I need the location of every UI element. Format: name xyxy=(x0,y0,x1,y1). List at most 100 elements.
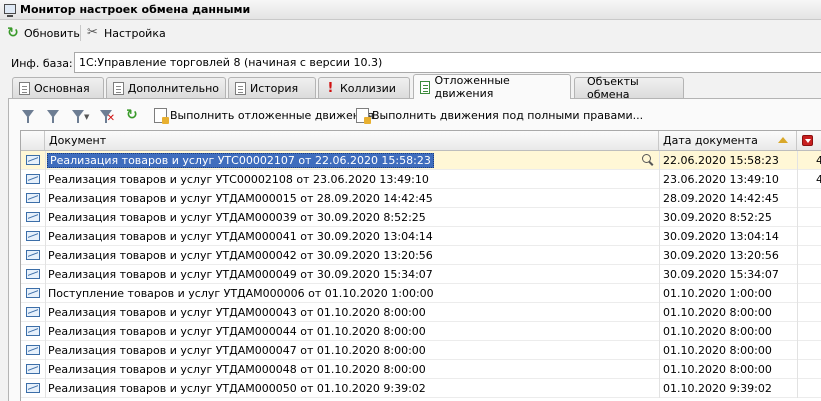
document-cell[interactable]: Реализация товаров и услуг УТДАМ000047 о… xyxy=(48,344,426,357)
tab-additional[interactable]: Дополнительно xyxy=(106,77,226,98)
column-divider xyxy=(45,189,46,208)
table-row[interactable]: Реализация товаров и услуг УТДАМ000050 о… xyxy=(21,379,821,398)
document-cell[interactable]: Реализация товаров и услуг УТС00002108 о… xyxy=(48,173,429,186)
date-cell: 28.09.2020 14:42:45 xyxy=(663,192,779,205)
tab-exchange-objects[interactable]: Объекты обмена xyxy=(574,75,684,101)
settings-button[interactable]: ✂ Настройка xyxy=(84,24,169,42)
column-divider xyxy=(797,322,798,341)
document-cell[interactable]: Поступление товаров и услуг УТДАМ000006 … xyxy=(48,287,434,300)
date-cell: 01.10.2020 8:00:00 xyxy=(663,344,772,357)
column-divider xyxy=(797,208,798,227)
monitor-icon xyxy=(4,4,16,17)
table-header: Документ Дата документа xyxy=(21,131,821,151)
document-cell[interactable]: Реализация товаров и услуг УТДАМ000050 о… xyxy=(48,382,426,395)
filter-history-icon[interactable]: ▼ xyxy=(70,107,89,123)
open-search-icon[interactable] xyxy=(642,154,654,166)
filter-set-icon[interactable] xyxy=(20,107,36,123)
table-row[interactable]: Реализация товаров и услуг УТДАМ000048 о… xyxy=(21,360,821,379)
tab-collisions-label: Коллизии xyxy=(340,81,396,95)
document-cell[interactable]: Реализация товаров и услуг УТС00002107 о… xyxy=(47,153,434,168)
window-title: Монитор настроек обмена данными xyxy=(20,3,251,16)
date-column-label: Дата документа xyxy=(663,134,758,147)
deferred-movements-table[interactable]: Документ Дата документа Реализация товар… xyxy=(20,130,821,401)
run-full-rights-button[interactable]: Выполнить движения под полными правами..… xyxy=(356,107,643,124)
document-movement-icon xyxy=(26,193,40,203)
filter-by-value-icon[interactable] xyxy=(45,107,61,123)
tab-additional-label: Дополнительно xyxy=(127,81,219,95)
table-row[interactable]: Поступление товаров и услуг УТДАМ000006 … xyxy=(21,284,821,303)
deferred-document-icon xyxy=(420,80,431,94)
table-row[interactable]: Реализация товаров и услуг УТДАМ000049 о… xyxy=(21,265,821,284)
column-divider xyxy=(45,265,46,284)
column-divider xyxy=(659,208,660,227)
warning-icon: ! xyxy=(327,80,334,96)
document-cell[interactable]: Реализация товаров и услуг УТДАМ000048 о… xyxy=(48,363,426,376)
document-cell[interactable]: Реализация товаров и услуг УТДАМ000043 о… xyxy=(48,306,426,319)
document-cell[interactable]: Реализация товаров и услуг УТДАМ000049 о… xyxy=(48,268,433,281)
table-row[interactable]: Реализация товаров и услуг УТДАМ000015 о… xyxy=(21,189,821,208)
run-deferred-movements-button[interactable]: Выполнить отложенные движения xyxy=(154,107,374,124)
column-divider xyxy=(659,379,660,398)
document-movement-icon xyxy=(26,250,40,260)
mark-column-header[interactable] xyxy=(797,131,821,150)
column-divider xyxy=(45,303,46,322)
column-divider xyxy=(45,284,46,303)
column-divider xyxy=(45,227,46,246)
column-divider xyxy=(797,151,798,170)
refresh-button[interactable]: ↻ Обновить xyxy=(4,24,83,42)
table-row[interactable]: Реализация товаров и услуг УТС00002107 о… xyxy=(21,151,821,170)
document-cell[interactable]: Реализация товаров и услуг УТДАМ000039 о… xyxy=(48,211,426,224)
tab-collisions[interactable]: ! Коллизии xyxy=(318,77,410,98)
document-movement-icon xyxy=(26,174,40,184)
column-divider xyxy=(797,265,798,284)
table-row[interactable]: Реализация товаров и услуг УТДАМ000042 о… xyxy=(21,246,821,265)
tab-main-label: Основная xyxy=(34,81,90,95)
document-movement-icon xyxy=(26,383,40,393)
extra-cell: 4 xyxy=(816,154,821,167)
column-divider xyxy=(797,189,798,208)
date-cell: 01.10.2020 8:00:00 xyxy=(663,306,772,319)
column-divider xyxy=(797,170,798,189)
document-icon xyxy=(19,81,30,95)
document-cell[interactable]: Реализация товаров и услуг УТДАМ000041 о… xyxy=(48,230,433,243)
column-divider xyxy=(659,265,660,284)
column-divider xyxy=(45,170,46,189)
document-cell[interactable]: Реализация товаров и услуг УТДАМ000015 о… xyxy=(48,192,433,205)
column-divider xyxy=(45,151,46,170)
column-divider xyxy=(659,151,660,170)
run-full-rights-label: Выполнить движения под полными правами..… xyxy=(372,109,644,122)
tab-bar: Основная Дополнительно История ! Коллизи… xyxy=(0,74,821,101)
document-cell[interactable]: Реализация товаров и услуг УТДАМ000042 о… xyxy=(48,249,433,262)
refresh-icon: ↻ xyxy=(7,25,19,41)
table-row[interactable]: Реализация товаров и услуг УТДАМ000041 о… xyxy=(21,227,821,246)
document-column-header[interactable]: Документ xyxy=(45,131,659,150)
table-row[interactable]: Реализация товаров и услуг УТС00002108 о… xyxy=(21,170,821,189)
table-row[interactable]: Реализация товаров и услуг УТДАМ000044 о… xyxy=(21,322,821,341)
column-divider xyxy=(45,360,46,379)
toolbar-separator xyxy=(80,25,81,41)
column-divider xyxy=(797,341,798,360)
date-column-header[interactable]: Дата документа xyxy=(659,131,797,150)
tab-deferred-movements[interactable]: Отложенные движения xyxy=(413,74,571,100)
column-divider xyxy=(45,322,46,341)
column-divider xyxy=(659,246,660,265)
execute-document-icon xyxy=(154,108,169,124)
refresh-list-icon[interactable]: ↻ xyxy=(126,107,142,123)
document-movement-icon xyxy=(26,212,40,222)
execute-document-icon xyxy=(356,108,371,124)
tab-history[interactable]: История xyxy=(228,77,316,98)
table-row[interactable]: Реализация товаров и услуг УТДАМ000043 о… xyxy=(21,303,821,322)
table-row[interactable]: Реализация товаров и услуг УТДАМ000039 о… xyxy=(21,208,821,227)
infobase-field[interactable]: 1С:Управление торговлей 8 (начиная с вер… xyxy=(74,52,821,73)
document-movement-icon xyxy=(26,326,40,336)
table-row[interactable]: Реализация товаров и услуг УТДАМ000047 о… xyxy=(21,341,821,360)
date-cell: 01.10.2020 8:00:00 xyxy=(663,363,772,376)
date-cell: 30.09.2020 8:52:25 xyxy=(663,211,772,224)
document-movement-icon xyxy=(26,364,40,374)
tab-main[interactable]: Основная xyxy=(12,77,104,98)
column-divider xyxy=(797,379,798,398)
document-movement-icon xyxy=(26,231,40,241)
clear-filter-icon[interactable]: ✕ xyxy=(98,107,115,124)
document-cell[interactable]: Реализация товаров и услуг УТДАМ000044 о… xyxy=(48,325,426,338)
infobase-label: Инф. база: xyxy=(11,57,73,70)
